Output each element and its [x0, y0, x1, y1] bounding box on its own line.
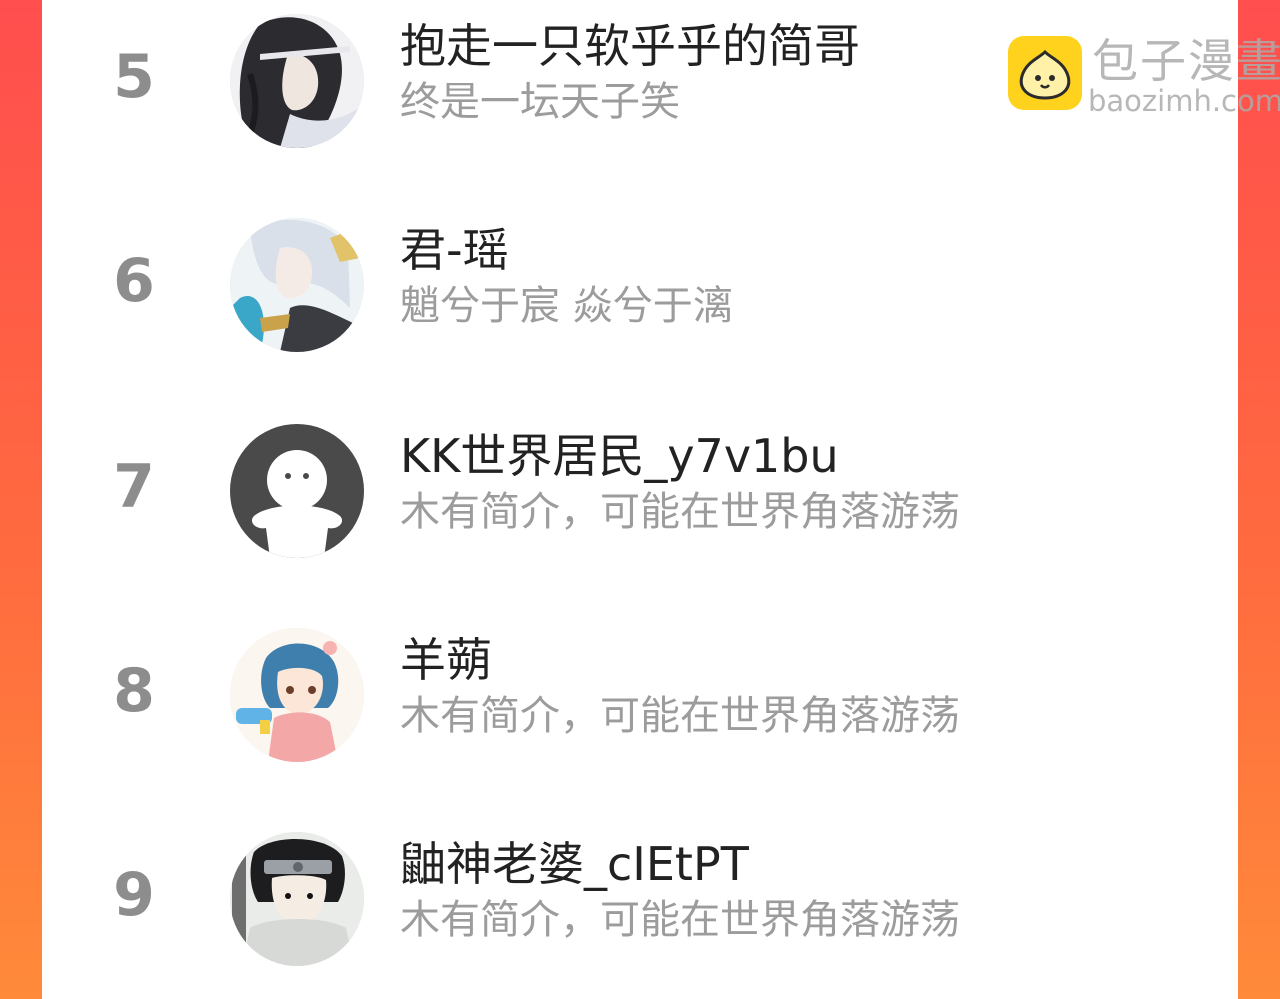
user-bio: 木有简介，可能在世界角落游荡 [400, 693, 960, 739]
user-bio: 木有简介，可能在世界角落游荡 [400, 489, 960, 535]
default-ghost-avatar-icon [230, 424, 364, 558]
ranking-list-card: 5 抱走一只软乎乎的简哥 终是一坛天子笑 6 君-瑶 魈兮于宸 焱兮于漓 7 K… [42, 0, 1280, 999]
blue-hair-girl-avatar-icon [230, 628, 364, 762]
white-hair-character-avatar-icon [230, 218, 364, 352]
ninja-character-avatar-icon [230, 832, 364, 966]
watermark-url: baozimh.com [1088, 84, 1280, 118]
user-name[interactable]: 抱走一只软乎乎的简哥 [400, 18, 860, 74]
user-avatar[interactable] [230, 832, 364, 966]
user-bio: 魈兮于宸 焱兮于漓 [400, 283, 733, 329]
user-bio: 终是一坛天子笑 [400, 79, 680, 125]
rank-number: 9 [113, 860, 155, 930]
bun-logo-icon [1008, 36, 1082, 110]
list-item[interactable]: 7 KK世界居民_y7v1bu 木有简介，可能在世界角落游荡 [42, 410, 1238, 580]
ink-hair-character-avatar-icon [230, 14, 364, 148]
user-bio: 木有简介，可能在世界角落游荡 [400, 897, 960, 943]
rank-number: 5 [113, 42, 155, 112]
watermark-site-name: 包子漫畫 [1092, 34, 1280, 88]
list-item[interactable]: 6 君-瑶 魈兮于宸 焱兮于漓 [42, 204, 1238, 374]
user-avatar[interactable] [230, 628, 364, 762]
user-avatar[interactable] [230, 424, 364, 558]
list-item[interactable]: 8 羊蒴 木有简介，可能在世界角落游荡 [42, 614, 1238, 784]
rank-number: 7 [113, 452, 155, 522]
user-avatar[interactable] [230, 14, 364, 148]
user-name[interactable]: 君-瑶 [400, 222, 509, 278]
rank-number: 6 [113, 246, 155, 316]
user-name[interactable]: 鼬神老婆_cIEtPT [400, 836, 749, 892]
list-item[interactable]: 9 鼬神老婆_cIEtPT 木有简介，可能在世界角落游荡 [42, 818, 1238, 988]
user-name[interactable]: KK世界居民_y7v1bu [400, 428, 839, 484]
watermark: 包子漫畫 baozimh.com [1008, 34, 1280, 124]
user-avatar[interactable] [230, 218, 364, 352]
rank-number: 8 [113, 656, 155, 726]
user-name[interactable]: 羊蒴 [400, 632, 492, 688]
